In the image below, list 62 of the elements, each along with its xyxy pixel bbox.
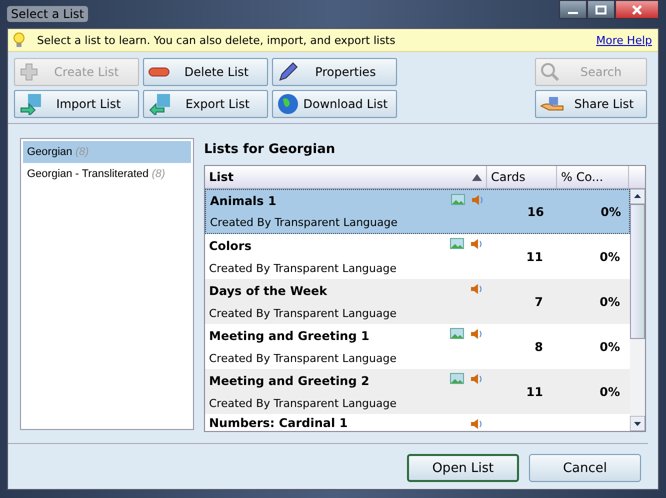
completion-percent: 0% [598, 384, 621, 398]
toolbar-button[interactable]: Delete List [143, 58, 268, 86]
lists-heading: Lists for Georgian [204, 141, 336, 159]
completion-percent: 0% [600, 204, 622, 218]
completion-percent: 0% [598, 340, 621, 354]
maximize-button[interactable] [587, 0, 615, 19]
list-author: Created By Transparent Language [209, 352, 398, 364]
info-message: Select a list to learn. You can also delete, import, and export lists [37, 34, 396, 46]
list-title: Colors [209, 238, 252, 252]
list-author: Created By Transparent Language [209, 306, 398, 320]
scroll-up-icon[interactable] [630, 189, 645, 204]
close-icon [631, 4, 643, 14]
close-button[interactable] [615, 0, 659, 19]
cards-count: 11 [525, 250, 544, 264]
list-author: Created By Transparent Language [209, 262, 398, 274]
list-title: Days of the Week [209, 284, 328, 298]
toolbar-button[interactable]: Share List [535, 90, 647, 118]
cards-count: 7 [534, 294, 544, 308]
list-author: Created By Transparent Language [209, 396, 398, 410]
dialog-button[interactable]: Open List [407, 454, 519, 482]
toolbar-button[interactable]: Download List [272, 90, 397, 118]
scroll-down-icon[interactable] [630, 416, 645, 431]
scrollbar[interactable] [630, 189, 645, 431]
column-header[interactable]: Cards [487, 166, 557, 188]
language-item[interactable]: Georgian - Transliterated (8) [23, 163, 191, 185]
minus-icon [148, 66, 170, 78]
list-row[interactable]: Colors Created By Transparent Language 11 0% [205, 234, 630, 279]
pencil-icon [277, 61, 299, 83]
toolbar-button[interactable]: Export List [143, 90, 268, 118]
language-item[interactable]: Georgian (8) [23, 141, 191, 163]
globe-icon [277, 93, 299, 115]
cards-count: 11 [525, 384, 544, 398]
import-arrow-icon [19, 93, 43, 115]
export-arrow-icon [148, 93, 172, 115]
plus-icon [19, 62, 39, 82]
completion-percent: 0% [598, 294, 621, 308]
completion-percent: 0% [598, 250, 621, 264]
list-row[interactable]: Days of the Week Created By Transparent Language 7 0% [205, 279, 630, 324]
list-row[interactable]: Meeting and Greeting 1 Created By Transparent Language 8 0% [205, 324, 630, 369]
list-title: Numbers: Cardinal 1 [209, 416, 349, 430]
toolbar-button[interactable]: Properties [272, 58, 397, 86]
list-author: Created By Transparent Language [210, 216, 398, 229]
list-row[interactable]: Animals 1 Created By Transparent Language 16 0% [205, 189, 630, 234]
cards-count: 16 [526, 204, 545, 218]
toolbar-button[interactable]: Import List [14, 90, 139, 118]
minimize-icon [568, 12, 578, 14]
maximize-icon [595, 4, 607, 14]
scrollbar-thumb[interactable] [630, 204, 645, 339]
list-title: Meeting and Greeting 1 [209, 328, 370, 342]
list-row[interactable]: Numbers: Cardinal 1 [205, 414, 630, 431]
cards-count: 8 [534, 340, 544, 354]
search-icon [540, 62, 560, 82]
more-help-link[interactable]: More Help [596, 34, 652, 46]
minimize-button[interactable] [559, 0, 587, 19]
window-title: Select a List [7, 6, 88, 22]
list-title: Meeting and Greeting 2 [209, 374, 370, 388]
list-title: Animals 1 [210, 194, 278, 208]
list-row[interactable]: Meeting and Greeting 2 Created By Transparent Language 11 0% [205, 369, 630, 414]
column-header[interactable]: % Co... [557, 166, 629, 188]
column-header[interactable]: List [205, 166, 487, 188]
dialog-button[interactable]: Cancel [529, 454, 641, 482]
lightbulb-icon [13, 32, 25, 48]
